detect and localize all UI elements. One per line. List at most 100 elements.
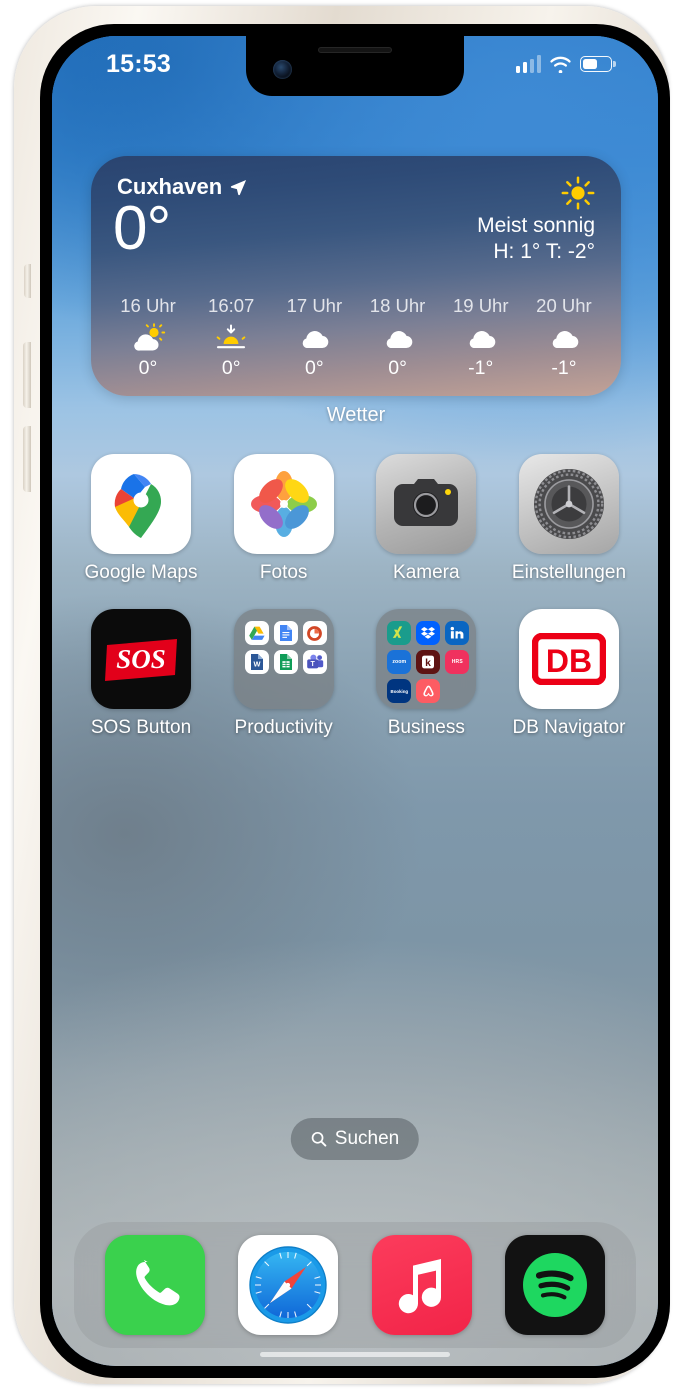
mini-icon-booking: Booking (387, 679, 412, 703)
hourly-forecast-item: 16:07 0° (190, 295, 272, 380)
app-kamera[interactable]: Kamera (367, 454, 485, 584)
hourly-forecast-item: 20 Uhr -1° (523, 295, 605, 380)
home-indicator (260, 1352, 450, 1357)
hourly-forecast-item: 16 Uhr 0° (107, 295, 189, 380)
folder-preview-grid: W T (234, 609, 334, 709)
mini-icon-empty (445, 679, 469, 703)
sunset-icon (213, 320, 249, 356)
cloud-icon (380, 320, 416, 356)
app-label: Fotos (259, 562, 308, 583)
svg-text:k: k (425, 658, 431, 669)
search-button[interactable]: Suchen (290, 1118, 420, 1160)
app-db-navigator[interactable]: DB DB Navigator (510, 609, 628, 739)
camera-icon[interactable] (376, 454, 477, 554)
weather-temperature: 0° (113, 194, 171, 263)
app-grid-row-2: SOS SOS Button W T Productivity zoom k H… (82, 609, 628, 739)
svg-text:T: T (310, 661, 315, 668)
location-arrow-icon (231, 180, 247, 196)
mini-icon-empty (245, 679, 269, 703)
battery-icon (580, 56, 612, 72)
mini-icon-hrs: HRS (445, 650, 470, 674)
weather-condition: Meist sonnig (477, 214, 595, 237)
safari-compass-icon[interactable] (238, 1235, 339, 1335)
status-bar-time: 15:53 (106, 50, 171, 78)
mini-icon-google-docs (273, 621, 298, 645)
app-google-maps[interactable]: Google Maps (82, 454, 200, 584)
photos-icon[interactable] (233, 454, 334, 554)
app-label: Productivity (234, 717, 333, 738)
sun-icon (561, 176, 595, 210)
folder-preview-grid: zoom k HRS Booking (376, 609, 476, 709)
cloud-icon (296, 320, 332, 356)
mini-icon-empty (303, 679, 327, 703)
cloud-icon (546, 320, 582, 356)
app-label: DB Navigator (512, 717, 626, 738)
mini-icon-airbnb (416, 679, 441, 703)
hourly-temp: -1° (551, 357, 577, 379)
svg-text:DB: DB (546, 643, 592, 679)
mini-icon-powerpoint (302, 621, 327, 645)
app-label: Kamera (393, 562, 460, 583)
folder-icon[interactable]: zoom k HRS Booking (376, 609, 477, 709)
sos-button-icon[interactable]: SOS (91, 609, 191, 709)
weather-high-low: H: 1° T: -2° (493, 239, 595, 263)
search-icon (311, 1131, 327, 1147)
hourly-temp: 0° (388, 357, 407, 379)
battery-fill (582, 58, 598, 70)
hourly-temp: -1° (468, 357, 494, 379)
mini-icon-dropbox (416, 621, 441, 645)
partly-cloudy-icon (130, 320, 166, 356)
hourly-time: 17 Uhr (286, 295, 343, 316)
spotify-icon[interactable] (505, 1235, 606, 1335)
mini-icon-teams: T (302, 650, 327, 674)
weather-widget[interactable]: Cuxhaven 0° Meist sonnig H: 1° T: -2° 16… (91, 156, 621, 396)
app-fotos[interactable]: Fotos (225, 454, 343, 584)
app-folder-business[interactable]: zoom k HRS Booking Business (367, 609, 485, 739)
hourly-forecast-item: 18 Uhr 0° (357, 295, 439, 380)
wifi-icon (550, 56, 571, 73)
hourly-time: 20 Uhr (536, 295, 592, 316)
hourly-time: 18 Uhr (369, 295, 426, 316)
app-label: Einstellungen (511, 562, 627, 583)
app-label: Business (387, 717, 465, 738)
hourly-forecast-item: 17 Uhr 0° (273, 295, 355, 380)
hourly-temp: 0° (305, 357, 324, 379)
app-einstellungen[interactable]: Einstellungen (510, 454, 628, 584)
hourly-forecast-item: 19 Uhr -1° (440, 295, 522, 380)
music-note-icon[interactable] (371, 1235, 472, 1335)
mini-icon-kununu: k (416, 650, 441, 674)
dock (74, 1222, 636, 1348)
svg-text:SOS: SOS (116, 644, 166, 674)
app-grid-row-1: Google Maps Fotos Kamera Einstellungen (82, 454, 628, 584)
mini-icon-word: W (244, 650, 269, 674)
folder-icon[interactable]: W T (233, 609, 334, 709)
hourly-temp: 0° (221, 357, 241, 379)
ringer-switch-button[interactable] (24, 264, 31, 298)
hourly-time: 16 Uhr (120, 295, 176, 316)
mini-icon-empty (274, 679, 298, 703)
phone-frame: 15:53 Cuxhaven 0° Meist sonnig H: 1° T: … (14, 6, 670, 1384)
weather-description: Meist sonnig H: 1° T: -2° (477, 214, 595, 264)
app-folder-productivity[interactable]: W T Productivity (225, 609, 343, 739)
volume-up-button[interactable] (23, 342, 31, 408)
mini-icon-google-drive (244, 621, 269, 645)
app-sos-button[interactable]: SOS SOS Button (82, 609, 200, 739)
mini-icon-xing (387, 621, 412, 645)
status-bar-indicators (515, 55, 612, 73)
phone-screen: 15:53 Cuxhaven 0° Meist sonnig H: 1° T: … (52, 36, 658, 1366)
mini-icon-google-sheets (273, 650, 298, 674)
phone-icon[interactable] (104, 1235, 205, 1335)
search-label: Suchen (334, 1128, 400, 1149)
volume-down-button[interactable] (23, 426, 31, 492)
mini-icon-linkedin (445, 621, 470, 645)
db-navigator-icon[interactable]: DB (518, 609, 619, 709)
svg-text:W: W (253, 660, 260, 669)
hourly-temp: 0° (138, 357, 158, 379)
widget-label: Wetter (326, 404, 386, 426)
cloud-icon (463, 320, 499, 356)
app-label: SOS Button (90, 717, 192, 738)
status-bar: 15:53 (52, 36, 658, 98)
google-maps-icon[interactable] (91, 454, 191, 554)
mini-icon-zoom: zoom (387, 650, 412, 674)
settings-gear-icon[interactable] (518, 454, 619, 554)
